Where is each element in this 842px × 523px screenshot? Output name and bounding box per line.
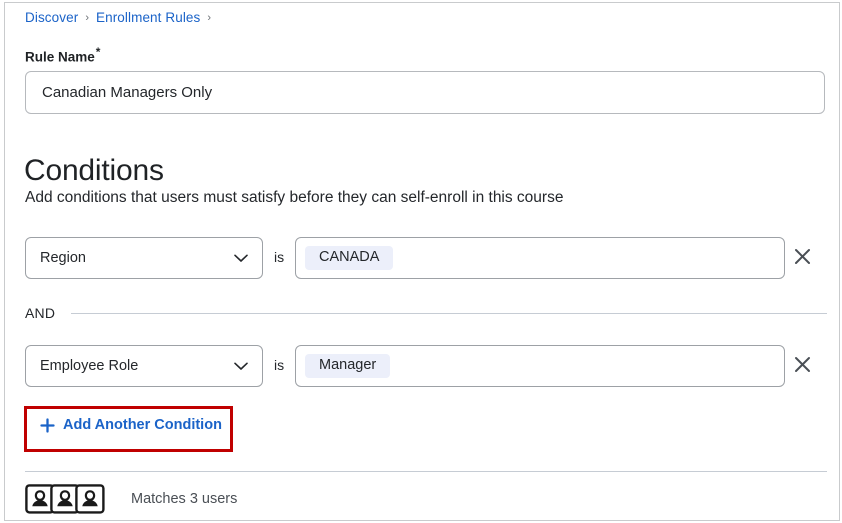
condition-joiner: AND [21, 303, 827, 323]
condition-row: Region is CANADA [21, 237, 827, 279]
rule-name-label: Rule Name* [25, 45, 100, 65]
breadcrumb-item-enrollment-rules[interactable]: Enrollment Rules [96, 10, 200, 25]
match-summary: Matches 3 users [25, 481, 237, 517]
chevron-down-icon [230, 346, 252, 386]
rule-name-label-text: Rule Name [25, 49, 95, 65]
remove-condition-button[interactable] [789, 245, 815, 271]
condition-attribute-label: Employee Role [40, 358, 139, 374]
condition-attribute-select[interactable]: Region [25, 237, 263, 279]
breadcrumb: Discover › Enrollment Rules › [25, 8, 218, 26]
remove-condition-button[interactable] [789, 353, 815, 379]
condition-attribute-label: Region [40, 250, 86, 266]
conditions-description: Add conditions that users must satisfy b… [25, 189, 564, 206]
screenshot-root: Discover › Enrollment Rules › Rule Name*… [0, 0, 842, 523]
match-count-text: Matches 3 users [131, 491, 238, 507]
condition-value-field[interactable]: Manager [295, 345, 785, 387]
add-another-condition-button[interactable]: Add Another Condition [40, 417, 222, 433]
panel-content: Discover › Enrollment Rules › Rule Name*… [21, 3, 827, 520]
condition-value-tag[interactable]: Manager [305, 353, 391, 379]
condition-operator-label: is [274, 249, 285, 265]
users-group-icon [25, 483, 107, 515]
add-another-condition-label: Add Another Condition [63, 417, 222, 433]
close-icon [794, 248, 811, 268]
plus-icon [40, 417, 55, 433]
breadcrumb-item-discover[interactable]: Discover [25, 10, 78, 25]
condition-value-field[interactable]: CANADA [295, 237, 785, 279]
divider [71, 312, 827, 314]
enrollment-rule-panel: Discover › Enrollment Rules › Rule Name*… [4, 2, 840, 521]
required-marker: * [95, 45, 101, 59]
chevron-down-icon [230, 238, 252, 278]
condition-attribute-select[interactable]: Employee Role [25, 345, 263, 387]
close-icon [794, 356, 811, 376]
divider [25, 471, 827, 472]
breadcrumb-separator-icon: › [85, 12, 89, 24]
condition-row: Employee Role is Manager [21, 345, 827, 387]
condition-joiner-label: AND [25, 305, 56, 321]
condition-value-tag[interactable]: CANADA [305, 245, 394, 271]
page-title: Conditions [24, 153, 164, 187]
rule-name-input[interactable] [25, 71, 825, 114]
breadcrumb-separator-icon: › [207, 12, 212, 24]
condition-operator-label: is [274, 357, 285, 373]
